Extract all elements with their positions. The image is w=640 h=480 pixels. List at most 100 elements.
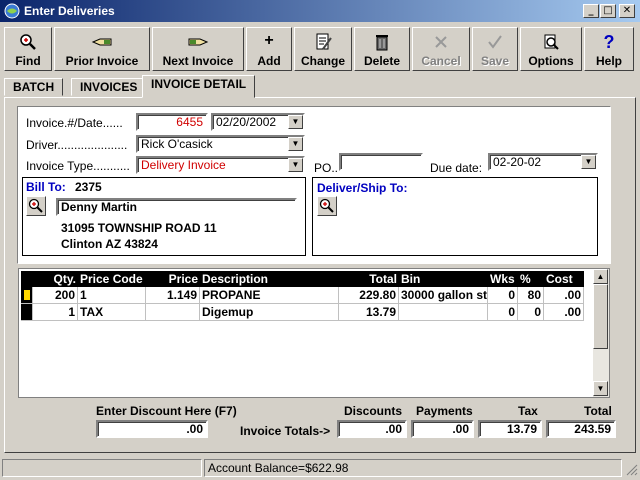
driver-label: Driver..................... bbox=[26, 138, 128, 152]
invoice-date-field[interactable]: 02/20/2002 ▼ bbox=[211, 113, 305, 131]
x-cancel-icon bbox=[413, 32, 469, 54]
payments-value: .00 bbox=[411, 420, 474, 438]
invoice-totals-label: Invoice Totals-> bbox=[240, 424, 331, 438]
size-grip-icon[interactable] bbox=[624, 462, 638, 476]
cancel-button[interactable]: Cancel bbox=[412, 27, 470, 71]
plus-icon: + bbox=[264, 32, 274, 49]
checkmark-icon bbox=[473, 32, 517, 54]
tab-batch[interactable]: BATCH bbox=[4, 78, 64, 96]
column-header-pct[interactable]: % bbox=[518, 271, 544, 287]
bill-to-name-field[interactable]: Denny Martin bbox=[56, 198, 297, 216]
table-cell-wks[interactable]: 0 bbox=[488, 287, 518, 304]
options-button[interactable]: Options bbox=[520, 27, 582, 71]
table-cell-cost[interactable]: .00 bbox=[544, 304, 584, 321]
due-date-select[interactable]: 02-20-02 ▼ bbox=[488, 153, 598, 171]
table-cell-bin[interactable]: 30000 gallon st bbox=[399, 287, 488, 304]
bill-to-address1: 31095 TOWNSHIP ROAD 11 bbox=[61, 221, 217, 235]
table-cell-pct[interactable]: 0 bbox=[518, 304, 544, 321]
invoice-date-value: 02/20/2002 bbox=[216, 115, 277, 129]
scroll-up-arrow-icon[interactable]: ▲ bbox=[593, 269, 608, 284]
invoice-number-field[interactable]: 6455 bbox=[136, 113, 208, 131]
tax-value: 13.79 bbox=[478, 420, 542, 438]
table-cell-price[interactable] bbox=[146, 304, 200, 321]
bill-to-lookup-button[interactable] bbox=[26, 196, 46, 216]
table-cell-total[interactable]: 13.79 bbox=[339, 304, 399, 321]
driver-value: Rick O'casick bbox=[141, 137, 213, 151]
question-mark-icon: ? bbox=[603, 32, 615, 52]
add-button[interactable]: + Add bbox=[246, 27, 292, 71]
discount-label: Enter Discount Here (F7) bbox=[96, 404, 237, 418]
invoice-type-select[interactable]: Delivery Invoice ▼ bbox=[136, 156, 305, 174]
po-input[interactable] bbox=[339, 153, 423, 171]
chevron-down-icon[interactable]: ▼ bbox=[288, 158, 303, 172]
column-header-description[interactable]: Description bbox=[200, 271, 339, 287]
magnifier-icon bbox=[318, 198, 336, 218]
minimize-button[interactable]: _ bbox=[583, 4, 599, 18]
prior-invoice-button[interactable]: Prior Invoice bbox=[54, 27, 150, 71]
pointing-hand-left-icon bbox=[55, 32, 149, 54]
ship-to-lookup-button[interactable] bbox=[317, 196, 337, 216]
table-cell-total[interactable]: 229.80 bbox=[339, 287, 399, 304]
table-cell-description[interactable]: Digemup bbox=[200, 304, 339, 321]
bill-to-address2: Clinton AZ 43824 bbox=[61, 237, 158, 251]
ship-to-label: Deliver/Ship To: bbox=[317, 181, 408, 195]
due-date-value: 02-20-02 bbox=[493, 155, 542, 169]
tab-invoices[interactable]: INVOICES bbox=[71, 78, 147, 96]
total-label: Total bbox=[584, 404, 612, 418]
chevron-down-icon[interactable]: ▼ bbox=[581, 155, 596, 169]
discounts-label: Discounts bbox=[344, 404, 403, 418]
invoice-type-value: Delivery Invoice bbox=[141, 158, 226, 172]
app-icon bbox=[4, 3, 20, 19]
column-header-bin[interactable]: Bin bbox=[399, 271, 488, 287]
close-button[interactable]: ✕ bbox=[619, 4, 635, 18]
title-bar[interactable]: Enter Deliveries _ □ ✕ bbox=[0, 0, 640, 22]
row-indicator[interactable] bbox=[21, 287, 33, 304]
help-button[interactable]: ? Help bbox=[584, 27, 634, 71]
chevron-down-icon[interactable]: ▼ bbox=[288, 115, 303, 129]
column-header-qty[interactable]: Qty. bbox=[33, 271, 78, 287]
driver-select[interactable]: Rick O'casick ▼ bbox=[136, 135, 305, 153]
find-button[interactable]: Find bbox=[4, 27, 52, 71]
bill-to-label: Bill To: bbox=[26, 180, 66, 194]
next-invoice-button[interactable]: Next Invoice bbox=[152, 27, 244, 71]
table-cell-cost[interactable]: .00 bbox=[544, 287, 584, 304]
chevron-down-icon[interactable]: ▼ bbox=[288, 137, 303, 151]
column-header-cost[interactable]: Cost bbox=[544, 271, 584, 287]
tax-label: Tax bbox=[518, 404, 538, 418]
table-cell-price-code[interactable]: TAX bbox=[78, 304, 146, 321]
options-magnifier-icon bbox=[521, 32, 581, 54]
table-cell-bin[interactable] bbox=[399, 304, 488, 321]
column-header-price-code[interactable]: Price Code bbox=[78, 271, 146, 287]
column-header-total[interactable]: Total bbox=[339, 271, 399, 287]
status-pane-left bbox=[2, 459, 202, 477]
due-date-label: Due date: bbox=[430, 161, 483, 175]
toolbar: Find Prior Invoice Next Invoice + Add Ch… bbox=[0, 24, 640, 74]
table-cell-wks[interactable]: 0 bbox=[488, 304, 518, 321]
discount-input[interactable]: .00 bbox=[96, 420, 208, 438]
table-cell-pct[interactable]: 80 bbox=[518, 287, 544, 304]
current-row-marker-icon bbox=[24, 290, 30, 300]
save-button[interactable]: Save bbox=[472, 27, 518, 71]
tab-invoice-detail[interactable]: INVOICE DETAIL bbox=[142, 75, 256, 98]
discounts-value: .00 bbox=[337, 420, 407, 438]
table-cell-qty[interactable]: 200 bbox=[33, 287, 78, 304]
vertical-scrollbar[interactable]: ▲ ▼ bbox=[593, 269, 609, 397]
pointing-hand-right-icon bbox=[153, 32, 243, 54]
row-indicator[interactable] bbox=[21, 304, 33, 321]
change-button[interactable]: Change bbox=[294, 27, 352, 71]
table-cell-price[interactable]: 1.149 bbox=[146, 287, 200, 304]
scrollbar-thumb[interactable] bbox=[593, 284, 608, 349]
table-cell-price-code[interactable]: 1 bbox=[78, 287, 146, 304]
payments-label: Payments bbox=[416, 404, 473, 418]
column-header-price[interactable]: Price bbox=[146, 271, 200, 287]
column-header-wks[interactable]: Wks bbox=[488, 271, 518, 287]
table-cell-qty[interactable]: 1 bbox=[33, 304, 78, 321]
delete-button[interactable]: Delete bbox=[354, 27, 410, 71]
table-cell-description[interactable]: PROPANE bbox=[200, 287, 339, 304]
edit-document-icon bbox=[295, 32, 351, 54]
scroll-down-arrow-icon[interactable]: ▼ bbox=[593, 381, 608, 396]
maximize-button[interactable]: □ bbox=[600, 4, 616, 18]
window-title: Enter Deliveries bbox=[24, 4, 115, 18]
line-items-grid[interactable]: Qty. Price Code Price Description Total … bbox=[18, 268, 610, 398]
total-value: 243.59 bbox=[546, 420, 616, 438]
